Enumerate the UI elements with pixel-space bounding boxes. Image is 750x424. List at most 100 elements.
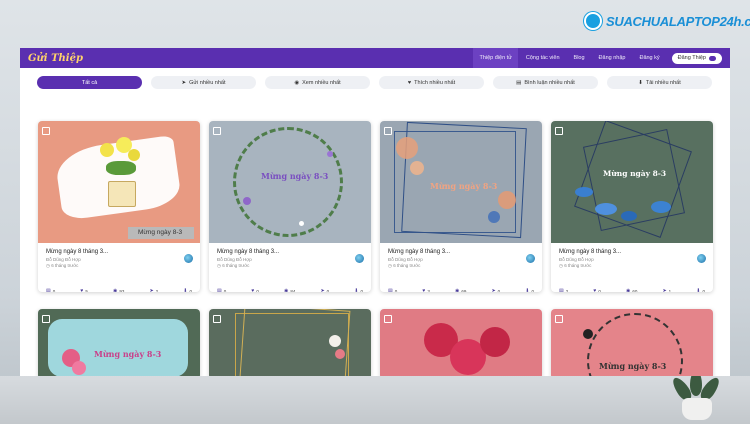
card-info: Mừng ngày 8 tháng 3... Đỗ Dũng Đỗ Hợp ◷ … <box>38 243 200 292</box>
image-icon <box>42 315 50 323</box>
comment-count[interactable]: ▤ 0 <box>388 288 397 292</box>
send-icon: ➤ <box>181 79 187 86</box>
send-icon: ➤ <box>149 288 154 292</box>
filter-most-commented-label: Bình luận nhiều nhất <box>524 79 575 86</box>
like-count[interactable]: ♥ 3 <box>422 288 429 292</box>
heart-icon: ♥ <box>80 288 84 292</box>
site-logo[interactable]: Gửi Thiệp <box>28 53 83 64</box>
card-item[interactable] <box>209 309 371 376</box>
plant-pot <box>682 398 712 420</box>
comment-icon: ▤ <box>516 79 522 86</box>
heart-icon: ♥ <box>422 288 426 292</box>
image-icon <box>384 315 392 323</box>
like-count[interactable]: ♥ 0 <box>593 288 600 292</box>
card-time: ◷ 6 tháng trước <box>388 263 421 268</box>
filter-most-downloaded-label: Tải nhiều nhất <box>645 79 681 86</box>
cloud-upload-icon <box>709 55 716 61</box>
card-title[interactable]: Mừng ngày 8 tháng 3... <box>559 249 705 255</box>
comment-count[interactable]: ▤ 0 <box>46 288 55 292</box>
nav-register[interactable]: Đăng ký <box>633 48 665 68</box>
filter-most-sent[interactable]: ➤ Gửi nhiều nhất <box>151 76 256 89</box>
image-icon <box>384 127 392 135</box>
image-icon <box>555 127 563 135</box>
filter-most-commented[interactable]: ▤ Bình luận nhiều nhất <box>493 76 598 89</box>
send-count[interactable]: ➤ 1 <box>662 288 671 292</box>
card-info: Mừng ngày 8 tháng 3... Đỗ Dũng Đỗ Hợp ◷ … <box>380 243 542 292</box>
filter-most-viewed[interactable]: ◉ Xem nhiều nhất <box>265 76 370 89</box>
filter-most-liked[interactable]: ♥ Thích nhiều nhất <box>379 76 484 89</box>
like-count[interactable]: ♥ 0 <box>251 288 258 292</box>
card-stats: ▤ 0 ♥ 5 ◉ 93 ➤ 2 ⬇ 0 <box>46 288 192 292</box>
card-grid: Mừng ngày 8-3 Mừng ngày 8 tháng 3... Đỗ … <box>20 89 730 376</box>
avatar[interactable] <box>697 254 706 263</box>
card-thumbnail[interactable]: Mừng ngày 8-3 <box>38 121 200 243</box>
card-thumb-text: Mừng ngày 8-3 <box>599 361 667 371</box>
post-card-label: Đăng Thiệp <box>677 54 706 61</box>
download-count[interactable]: ⬇ 0 <box>696 288 705 292</box>
card-title[interactable]: Mừng ngày 8 tháng 3... <box>388 249 534 255</box>
comment-count[interactable]: ▤ 2 <box>559 288 568 292</box>
backdrop-floor <box>0 376 750 424</box>
heart-icon: ♥ <box>593 288 597 292</box>
send-count[interactable]: ➤ 0 <box>320 288 329 292</box>
download-count[interactable]: ⬇ 0 <box>354 288 363 292</box>
card-item[interactable]: Mừng ngày 8-3 <box>551 309 713 376</box>
heart-icon: ♥ <box>251 288 255 292</box>
filter-most-downloaded[interactable]: ⬇ Tải nhiều nhất <box>607 76 712 89</box>
card-thumbnail[interactable]: Mừng ngày 8-3 <box>380 121 542 243</box>
card-thumbnail[interactable]: Mừng ngày 8-3 <box>38 309 200 376</box>
card-thumbnail[interactable]: Mừng ngày 8-3 <box>551 309 713 376</box>
download-icon: ⬇ <box>183 288 188 292</box>
view-count: ◉ 60 <box>625 288 638 292</box>
send-count[interactable]: ➤ 2 <box>149 288 158 292</box>
post-card-button[interactable]: Đăng Thiệp <box>671 52 722 64</box>
avatar[interactable] <box>184 254 193 263</box>
nav-login[interactable]: Đăng nhập <box>593 48 632 68</box>
card-thumbnail[interactable]: Mừng ngày 8-3 <box>551 121 713 243</box>
card-title[interactable]: Mừng ngày 8 tháng 3... <box>217 249 363 255</box>
view-count: ◉ 69 <box>454 288 467 292</box>
filter-most-sent-label: Gửi nhiều nhất <box>189 79 226 86</box>
card-title[interactable]: Mừng ngày 8 tháng 3... <box>46 249 192 255</box>
card-item[interactable] <box>380 309 542 376</box>
image-icon <box>213 127 221 135</box>
view-count: ◉ 84 <box>283 288 296 292</box>
card-thumb-text: Mừng ngày 8-3 <box>603 169 667 178</box>
eye-icon: ◉ <box>454 288 460 292</box>
download-count[interactable]: ⬇ 0 <box>525 288 534 292</box>
comment-icon: ▤ <box>559 288 564 292</box>
card-info: Mừng ngày 8 tháng 3... Đỗ Dũng Đỗ Hợp ◷ … <box>209 243 371 292</box>
nav-links: Thiệp điện tử Cộng tác viên Blog Đăng nh… <box>473 48 722 68</box>
download-count[interactable]: ⬇ 0 <box>183 288 192 292</box>
heart-icon: ♥ <box>407 79 412 86</box>
card-item[interactable]: Mừng ngày 8-3 Mừng ngày 8 tháng 3... Đỗ … <box>551 121 713 292</box>
send-count[interactable]: ➤ 0 <box>491 288 500 292</box>
filter-most-liked-label: Thích nhiều nhất <box>414 79 456 86</box>
filter-all[interactable]: Tất cả <box>37 76 142 89</box>
card-item[interactable]: Mừng ngày 8-3 Mừng ngày 8 tháng 3... Đỗ … <box>380 121 542 292</box>
filter-tabs: Tất cả ➤ Gửi nhiều nhất ◉ Xem nhiều nhất… <box>20 68 730 89</box>
gear-icon <box>584 12 602 30</box>
card-item[interactable]: Mừng ngày 8-3 Mừng ngày 8 tháng 3... Đỗ … <box>38 121 200 292</box>
avatar[interactable] <box>526 254 535 263</box>
nav-collaborators[interactable]: Cộng tác viên <box>520 48 566 68</box>
view-count: ◉ 93 <box>112 288 125 292</box>
comment-icon: ▤ <box>217 288 222 292</box>
download-icon: ⬇ <box>525 288 530 292</box>
card-thumbnail[interactable]: Mừng ngày 8-3 <box>209 121 371 243</box>
download-icon: ⬇ <box>696 288 701 292</box>
card-item[interactable]: Mừng ngày 8-3 Mừng ngày 8 tháng 3... Đỗ … <box>209 121 371 292</box>
card-time: ◷ 6 tháng trước <box>46 263 79 268</box>
like-count[interactable]: ♥ 5 <box>80 288 87 292</box>
nav-ecards[interactable]: Thiệp điện tử <box>473 48 518 68</box>
nav-blog[interactable]: Blog <box>568 48 591 68</box>
card-thumbnail[interactable] <box>380 309 542 376</box>
download-icon: ⬇ <box>638 79 643 86</box>
card-item[interactable]: Mừng ngày 8-3 <box>38 309 200 376</box>
image-icon <box>42 127 50 135</box>
avatar[interactable] <box>355 254 364 263</box>
card-stats: ▤ 2 ♥ 0 ◉ 60 ➤ 1 ⬇ 0 <box>559 288 705 292</box>
comment-count[interactable]: ▤ 0 <box>217 288 226 292</box>
card-thumbnail[interactable] <box>209 309 371 376</box>
card-info: Mừng ngày 8 tháng 3... Đỗ Dũng Đỗ Hợp ◷ … <box>551 243 713 292</box>
